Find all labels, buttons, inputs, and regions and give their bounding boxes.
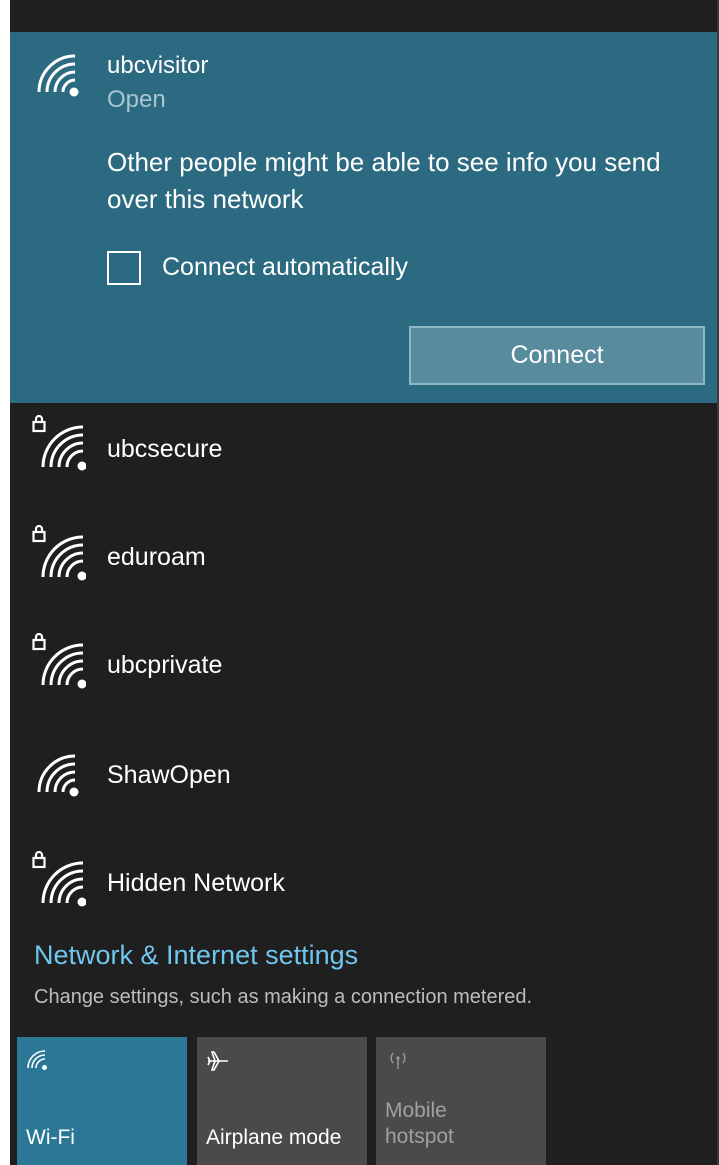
airplane-icon: [206, 1049, 230, 1078]
connect-automatically-checkbox[interactable]: [107, 251, 141, 285]
wifi-icon: [26, 1049, 48, 1076]
network-name: ShawOpen: [107, 761, 231, 789]
network-item-ubcsecure[interactable]: ubcsecure: [10, 393, 717, 503]
wifi-lock-icon: [32, 525, 86, 583]
wifi-toggle-tile[interactable]: Wi-Fi: [17, 1037, 187, 1165]
network-item-eduroam[interactable]: eduroam: [10, 503, 717, 613]
wifi-lock-icon: [32, 633, 86, 691]
airplane-mode-tile[interactable]: Airplane mode: [197, 1037, 367, 1165]
connect-button[interactable]: Connect: [409, 326, 705, 385]
wifi-signal-icon: [36, 754, 82, 800]
wifi-signal-icon: [36, 54, 82, 100]
mobile-hotspot-tile[interactable]: Mobile hotspot: [376, 1037, 546, 1165]
network-name: eduroam: [107, 543, 206, 571]
network-settings-description: Change settings, such as making a connec…: [34, 986, 533, 1008]
network-status: Open: [107, 86, 166, 113]
network-name: ubcvisitor: [107, 52, 209, 79]
wifi-lock-icon: [32, 415, 86, 473]
network-name: ubcprivate: [107, 651, 223, 679]
security-warning: Other people might be able to see info y…: [107, 147, 661, 214]
hotspot-icon: [385, 1049, 411, 1076]
connect-automatically-label[interactable]: Connect automatically: [162, 253, 408, 282]
network-item-ubcprivate[interactable]: ubcprivate: [10, 613, 717, 723]
left-edge: [0, 0, 10, 1165]
wifi-lock-icon: [32, 851, 86, 909]
network-item-shawopen[interactable]: ShawOpen: [10, 723, 717, 833]
network-item-hidden-network[interactable]: Hidden Network: [10, 833, 717, 943]
tile-label: Mobile hotspot: [385, 1099, 454, 1148]
tile-label: Wi-Fi: [26, 1126, 75, 1149]
selected-network-panel[interactable]: ubcvisitor Open Other people might be ab…: [10, 32, 717, 403]
tile-label: Airplane mode: [206, 1126, 342, 1149]
network-name: ubcsecure: [107, 435, 223, 463]
network-name: Hidden Network: [107, 869, 285, 897]
network-settings-link[interactable]: Network & Internet settings: [34, 940, 358, 971]
flyout-top-bar: [0, 0, 719, 32]
